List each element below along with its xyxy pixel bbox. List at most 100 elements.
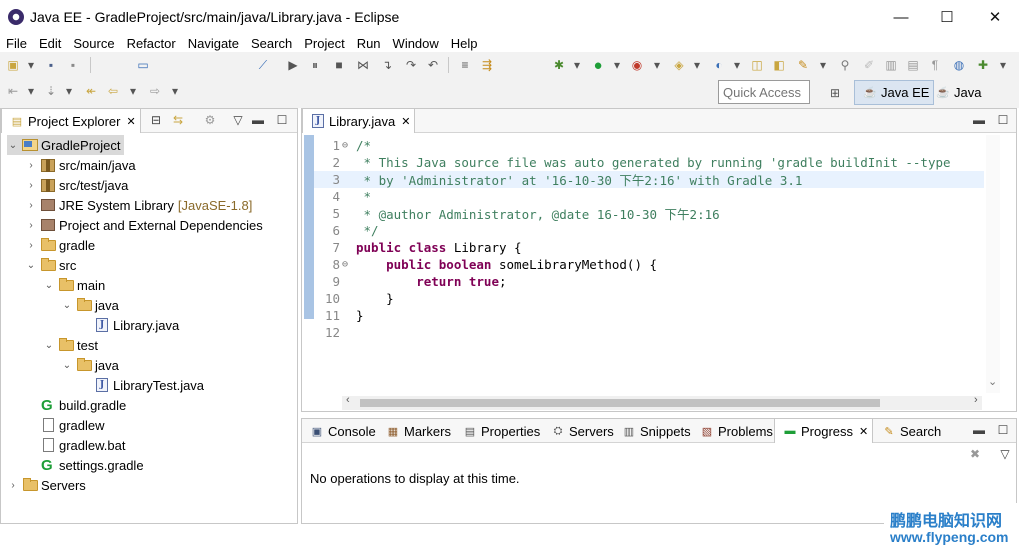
menu-file[interactable]: File <box>0 36 33 51</box>
expanded-arrow-icon[interactable]: ⌄ <box>43 280 55 291</box>
run-icon[interactable]: ● <box>589 56 607 74</box>
view-menu-icon[interactable]: ▽ <box>231 113 245 127</box>
tab-console[interactable]: ▣ Console <box>302 419 380 443</box>
use-step-filters-icon[interactable]: ⇶ <box>478 56 496 74</box>
close-tab-icon[interactable]: ✕ <box>401 115 410 128</box>
annotation-icon[interactable]: ✐ <box>860 56 878 74</box>
debug-icon[interactable]: ✱ <box>550 56 568 74</box>
forward-icon[interactable]: ⇨ <box>146 82 164 100</box>
tree-item[interactable]: ⌄ GradleProject <box>7 135 125 155</box>
fold-toggle-icon[interactable]: ⊖ <box>342 259 348 270</box>
back-to-last-icon[interactable]: ↞ <box>82 82 100 100</box>
vertical-scrollbar[interactable]: ⌄ <box>986 135 1000 393</box>
search-tool-icon[interactable]: ✎ <box>794 56 812 74</box>
quick-access-input[interactable] <box>718 80 810 104</box>
open-console-icon[interactable]: ▭ <box>134 56 152 74</box>
tree-item[interactable]: › src/test/java <box>25 175 128 195</box>
external-tools-dropdown-icon[interactable]: ▾ <box>648 56 666 74</box>
disconnect-icon[interactable]: ⋈ <box>354 56 372 74</box>
tree-item[interactable]: ⌄ test <box>43 335 98 355</box>
resume-icon[interactable]: ▶ <box>284 56 302 74</box>
menu-edit[interactable]: Edit <box>33 36 67 51</box>
maximize-panel-icon[interactable]: ☐ <box>996 423 1010 437</box>
fold-toggle-icon[interactable]: ⊖ <box>342 140 348 151</box>
dropdown-arrow-icon[interactable]: ▾ <box>22 56 40 74</box>
open-perspective-icon[interactable]: ⊞ <box>826 84 844 102</box>
last-edit-location-icon[interactable]: ⇤ <box>4 82 22 100</box>
collapsed-arrow-icon[interactable]: › <box>7 480 19 491</box>
perspective-java[interactable]: ☕ Java <box>928 80 985 105</box>
close-window-button[interactable]: ✕ <box>972 0 1018 34</box>
back-icon[interactable]: ⇦ <box>104 82 122 100</box>
remove-all-finished-icon[interactable]: ✖ <box>968 447 982 461</box>
search-dropdown-icon[interactable]: ▾ <box>814 56 832 74</box>
menu-run[interactable]: Run <box>351 36 387 51</box>
maximize-editor-icon[interactable]: ☐ <box>996 113 1010 127</box>
minimize-button[interactable]: — <box>878 0 924 34</box>
annotation-dropdown-icon[interactable]: ▾ <box>994 56 1012 74</box>
horizontal-scrollbar[interactable]: ‹ › <box>342 394 982 410</box>
expanded-arrow-icon[interactable]: ⌄ <box>61 300 73 311</box>
tree-item[interactable]: › src/main/java <box>25 155 135 175</box>
open-type-icon[interactable]: ◫ <box>748 56 766 74</box>
scroll-right-icon[interactable]: › <box>974 394 978 406</box>
collapse-all-icon[interactable]: ⊟ <box>149 113 163 127</box>
expanded-arrow-icon[interactable]: ⌄ <box>61 360 73 371</box>
tab-project-explorer[interactable]: ▤ Project Explorer ✕ <box>1 108 141 133</box>
tab-servers[interactable]: ⛭ Servers <box>543 419 618 443</box>
run-dropdown-icon[interactable]: ▾ <box>608 56 626 74</box>
pin-editor-icon[interactable]: ⚲ <box>836 56 854 74</box>
server-dropdown-icon[interactable]: ▾ <box>688 56 706 74</box>
expanded-arrow-icon[interactable]: ⌄ <box>43 340 55 351</box>
minimize-editor-icon[interactable]: ▬ <box>972 113 986 127</box>
class-dropdown-icon[interactable]: ▾ <box>728 56 746 74</box>
menu-navigate[interactable]: Navigate <box>182 36 245 51</box>
tab-search[interactable]: ✎ Search <box>874 419 945 443</box>
collapsed-arrow-icon[interactable]: › <box>25 180 37 191</box>
new-icon[interactable]: ▣ <box>4 56 22 74</box>
menu-search[interactable]: Search <box>245 36 298 51</box>
tree-item[interactable]: › gradle <box>25 235 95 255</box>
step-return-icon[interactable]: ↶ <box>424 56 442 74</box>
close-tab-icon[interactable]: ✕ <box>859 425 868 438</box>
tab-progress[interactable]: ▬ Progress ✕ <box>774 418 874 443</box>
maximize-button[interactable]: ☐ <box>924 0 970 34</box>
drop-frame-icon[interactable]: ≡ <box>456 56 474 74</box>
menu-source[interactable]: Source <box>67 36 120 51</box>
tab-snippets[interactable]: ▥ Snippets <box>614 419 695 443</box>
next-annotation-2-icon[interactable]: ⇣ <box>42 82 60 100</box>
scroll-left-icon[interactable]: ‹ <box>346 394 350 406</box>
tree-item[interactable]: gradlew.bat <box>25 435 126 455</box>
save-icon[interactable]: ▪ <box>42 56 60 74</box>
menu-refactor[interactable]: Refactor <box>121 36 182 51</box>
last-edit-dropdown-icon[interactable]: ▾ <box>22 82 40 100</box>
external-tools-icon[interactable]: ◉ <box>628 56 646 74</box>
tree-item[interactable]: Gsettings.gradle <box>25 455 144 475</box>
back-dropdown-icon[interactable]: ▾ <box>124 82 142 100</box>
skip-breakpoints-icon[interactable]: ⟋ <box>254 56 272 74</box>
suspend-icon[interactable]: ⏸ <box>306 56 324 74</box>
tab-problems[interactable]: ▧ Problems <box>692 419 777 443</box>
minimize-panel-icon[interactable]: ▬ <box>972 423 986 437</box>
open-task-icon[interactable]: ◧ <box>770 56 788 74</box>
close-tab-icon[interactable]: ✕ <box>126 115 135 128</box>
minimize-view-icon[interactable]: ▬ <box>251 113 265 127</box>
step-into-icon[interactable]: ↴ <box>378 56 396 74</box>
debug-dropdown-icon[interactable]: ▾ <box>568 56 586 74</box>
block-selection-icon[interactable]: ▤ <box>904 56 922 74</box>
tree-item[interactable]: ⌄ java <box>61 295 119 315</box>
view-menu-icon[interactable]: ▽ <box>998 447 1012 461</box>
show-whitespace-icon[interactable]: ▥ <box>882 56 900 74</box>
tree-item[interactable]: J Library.java <box>79 315 179 335</box>
step-over-icon[interactable]: ↷ <box>402 56 420 74</box>
tree-item[interactable]: › JRE System Library [JavaSE-1.8] <box>25 195 252 215</box>
tab-properties[interactable]: ▤ Properties <box>455 419 544 443</box>
tree-item[interactable]: gradlew <box>25 415 105 435</box>
collapsed-arrow-icon[interactable]: › <box>25 160 37 171</box>
collapsed-arrow-icon[interactable]: › <box>25 220 37 231</box>
next-annotation-icon[interactable]: ✚ <box>974 56 992 74</box>
web-browser-icon[interactable]: ◍ <box>950 56 968 74</box>
tree-item[interactable]: J LibraryTest.java <box>79 375 204 395</box>
terminate-icon[interactable]: ■ <box>330 56 348 74</box>
save-all-icon[interactable]: ▪ <box>64 56 82 74</box>
